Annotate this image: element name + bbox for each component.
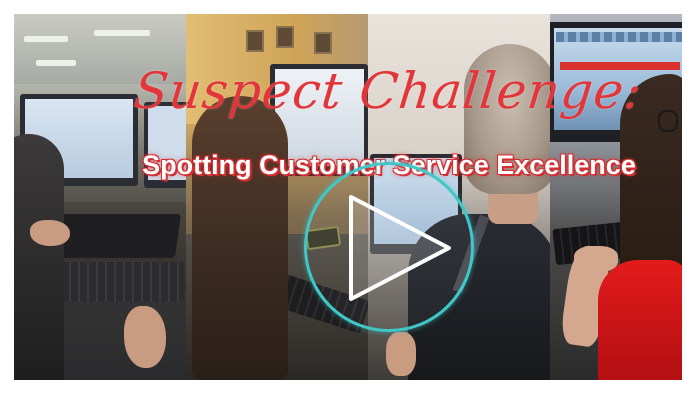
keyboard (44, 262, 184, 302)
wall-frame (314, 32, 332, 54)
wall-frame (276, 26, 294, 48)
play-icon (349, 195, 451, 301)
hand (124, 306, 166, 368)
video-title-script: Suspect Challenge: (130, 62, 646, 120)
hand (30, 220, 70, 246)
wall-frame (246, 30, 264, 52)
video-thumbnail[interactable]: Suspect Challenge: Spotting Customer Ser… (14, 14, 682, 380)
red-shirt (598, 260, 682, 380)
ceiling-light (24, 36, 68, 42)
glasses (658, 110, 678, 132)
ceiling-light (94, 30, 150, 36)
ceiling-light (36, 60, 76, 66)
person-hair (192, 96, 288, 380)
hand (574, 246, 618, 272)
person-silhouette (14, 134, 64, 380)
play-button[interactable] (304, 162, 474, 332)
hand (386, 332, 416, 376)
